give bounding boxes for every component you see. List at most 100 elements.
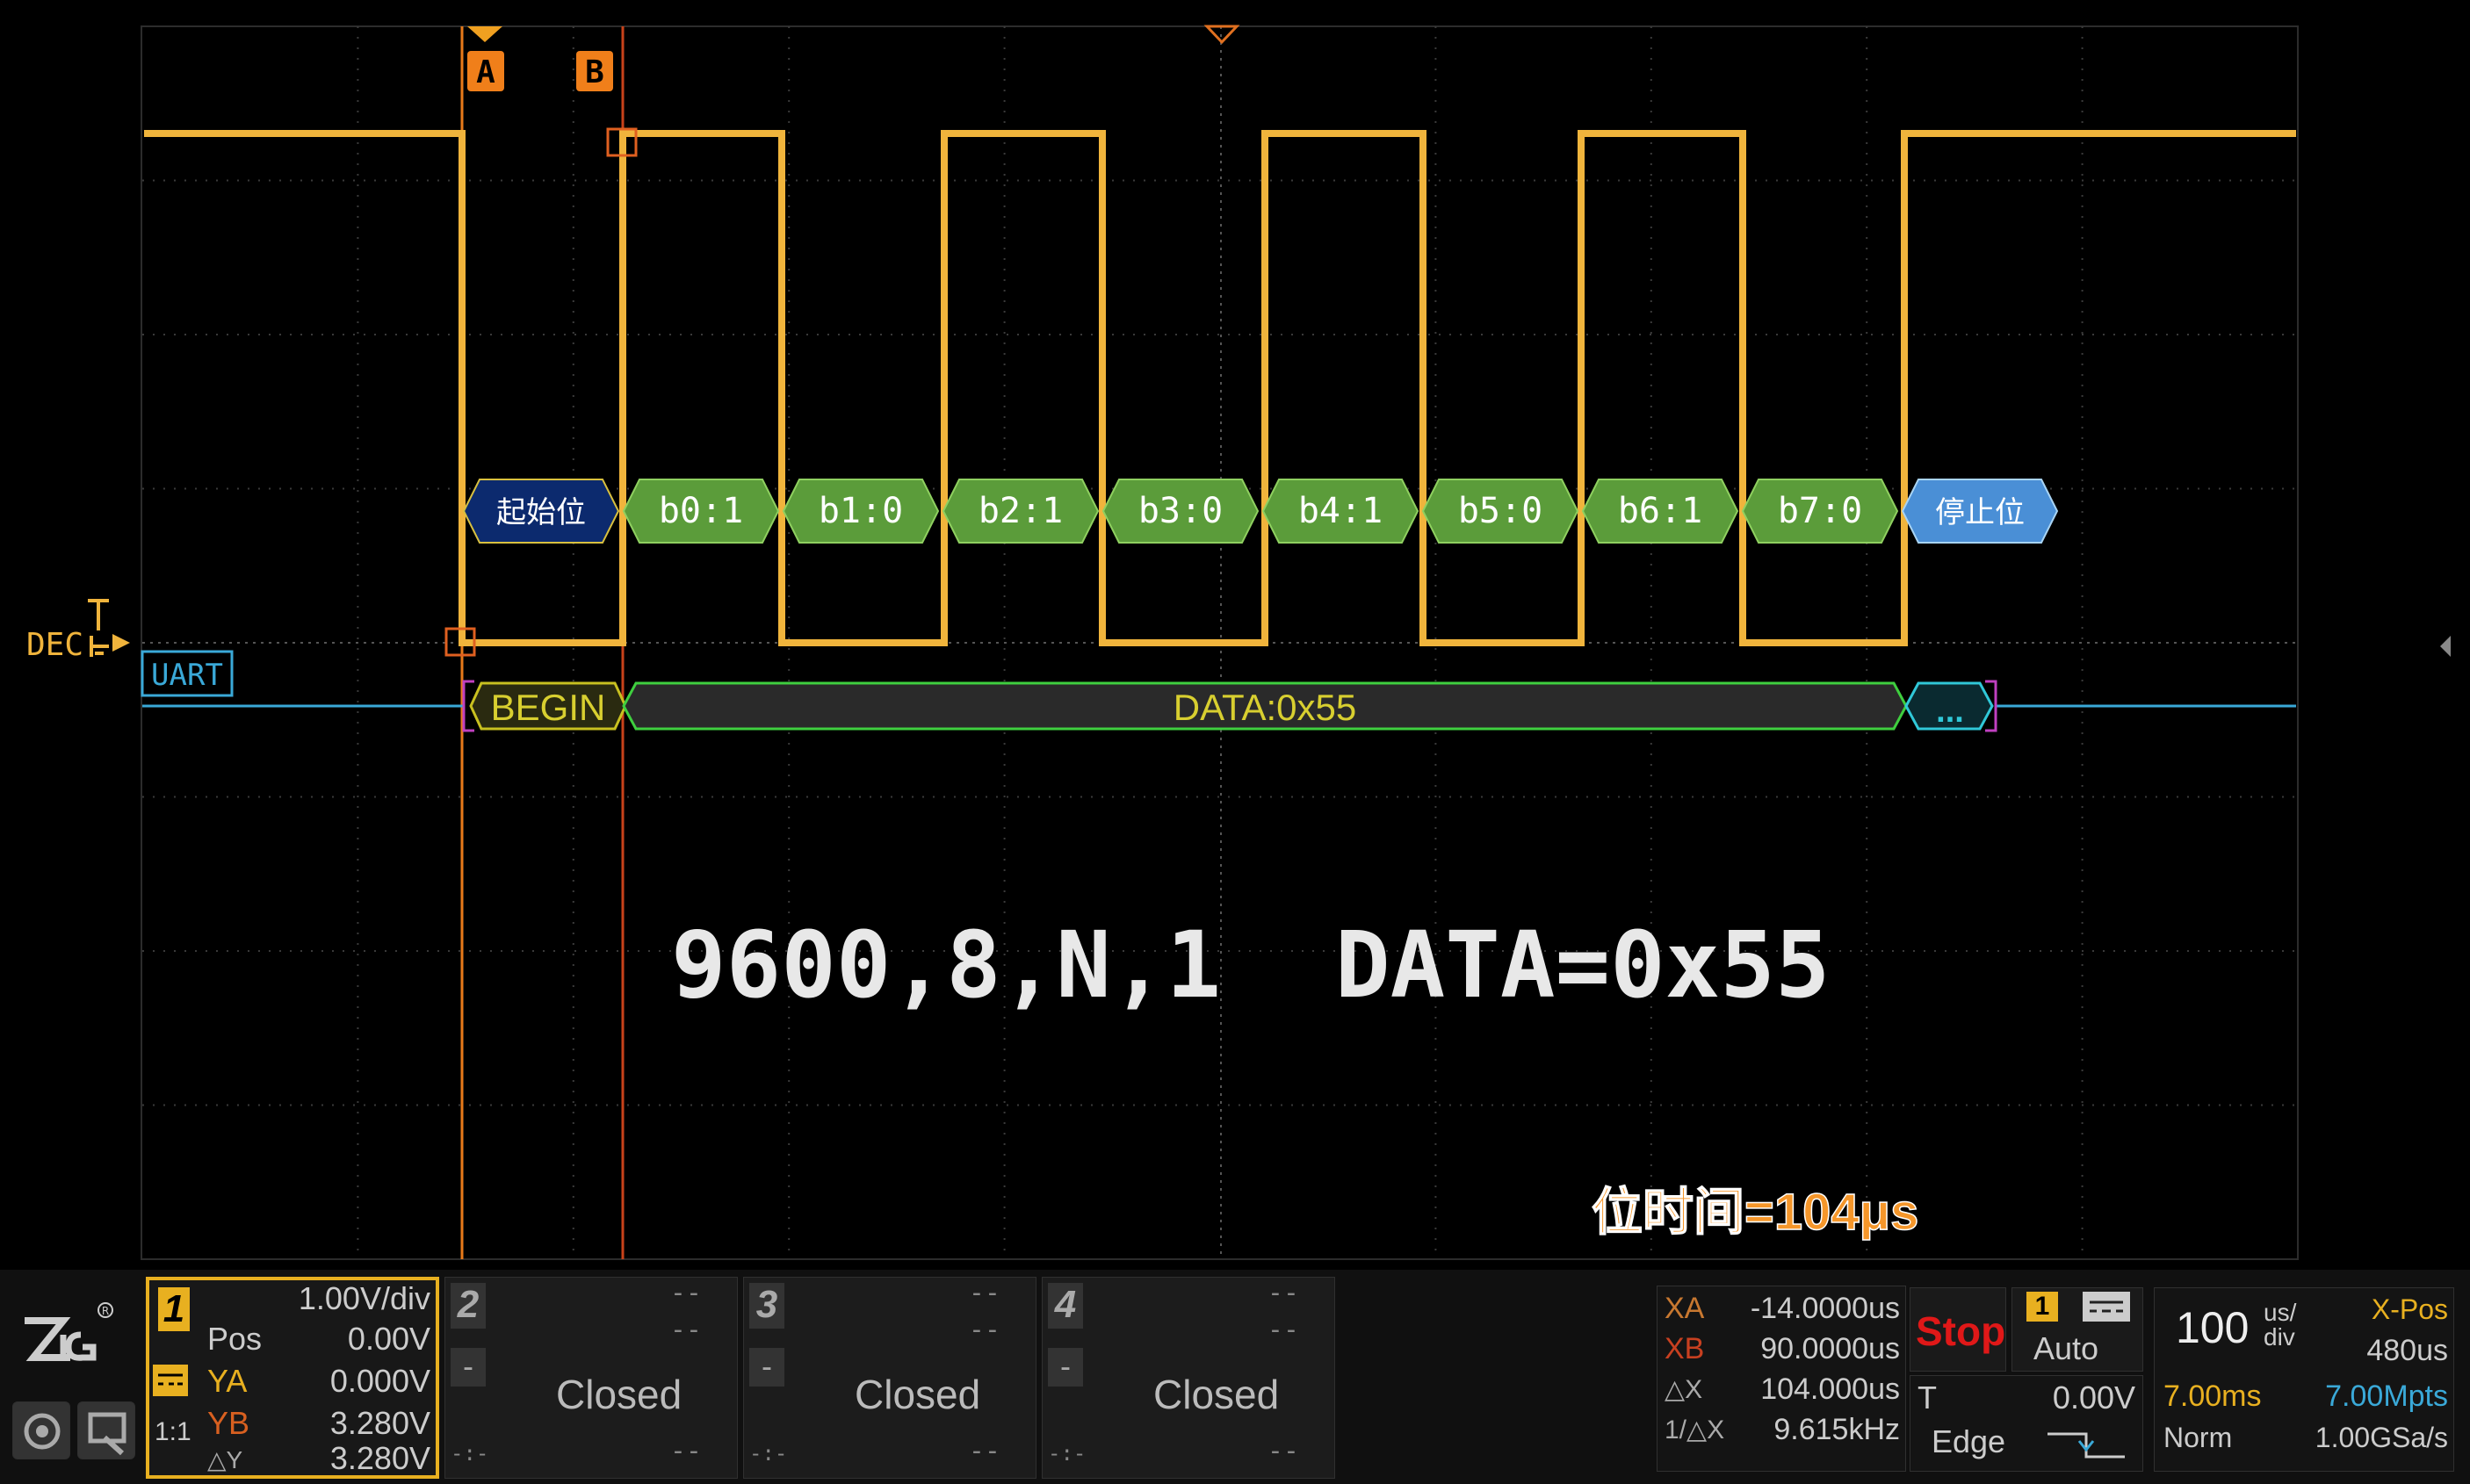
- trigger-panel[interactable]: 1 Auto: [2011, 1287, 2143, 1372]
- bit-hex-2: b1:0: [782, 479, 940, 544]
- bit-hex-9: 停止位: [1901, 479, 2059, 544]
- timebase-panel[interactable]: 100 us/ div X-Pos 480us 7.00ms 7.00Mpts …: [2154, 1287, 2454, 1472]
- trigger-source: 1: [2026, 1292, 2058, 1322]
- channel-2-number: 2: [451, 1283, 486, 1329]
- bit-time-annotation: 位时间=104μs: [1592, 1184, 1918, 1241]
- cursor-dx-value: 104.000us: [1760, 1372, 1900, 1406]
- cursor-inv-dx-label: 1/△X: [1665, 1416, 1725, 1444]
- channel-3-pos: --: [968, 1315, 1000, 1345]
- sample-rate: 1.00GSa/s: [2315, 1422, 2448, 1453]
- cursor-measurement-panel[interactable]: XA -14.0000us XB 90.0000us △X 104.000us …: [1657, 1286, 1906, 1472]
- channel-2-scale: --: [669, 1278, 702, 1308]
- status-bar: R 1 1.00V/div Pos 0.00V YA 0.000V YB 3.2…: [0, 1270, 2470, 1484]
- cursor-dx-label: △X: [1665, 1375, 1703, 1404]
- xpos-label: X-Pos: [2371, 1293, 2448, 1325]
- channel-3-number: 3: [749, 1283, 784, 1329]
- cursor-ya-label: YA: [207, 1363, 248, 1399]
- channel-4-status: Closed: [1153, 1372, 1280, 1417]
- bit-hex-label: b7:0: [1778, 491, 1862, 531]
- decode-data-label: DATA:0x55: [1174, 687, 1357, 728]
- channel-4-pos: --: [1267, 1315, 1299, 1345]
- dec-ground-arrow-icon: [112, 634, 130, 652]
- channel-3-panel[interactable]: 3 -- -- - Closed -:- --: [743, 1277, 1036, 1479]
- xpos-value: 480us: [2366, 1334, 2448, 1367]
- bit-hex-label: b0:1: [659, 491, 743, 531]
- cursor-xb-value: 90.0000us: [1760, 1332, 1900, 1365]
- cursor-a-arrow: [467, 26, 502, 42]
- data-value-annotation: DATA=0x55: [1335, 911, 1831, 1019]
- bit-hex-1: b0:1: [622, 479, 780, 544]
- channel-1-scale: 1.00V/div: [298, 1280, 430, 1316]
- bit-hex-label: b1:0: [819, 491, 903, 531]
- uart-config-annotation: 9600,8,N,1: [671, 911, 1221, 1019]
- trigger-type: Edge: [1932, 1423, 2006, 1459]
- channel-2-panel[interactable]: 2 -- -- - Closed -:- --: [444, 1277, 738, 1479]
- side-panel-toggle-icon: [2440, 636, 2451, 657]
- cursor-yb-label: YB: [207, 1405, 250, 1441]
- timebase-unit-bottom: div: [2264, 1323, 2295, 1351]
- channel-2-status: Closed: [556, 1372, 682, 1417]
- dec-channel-tag: DEC: [26, 627, 83, 663]
- window-time: 7.00ms: [2163, 1380, 2262, 1413]
- uart-tag: UART: [151, 658, 223, 693]
- run-stop-button[interactable]: Stop: [1910, 1287, 2006, 1372]
- channel-4-offset: --: [1267, 1436, 1299, 1466]
- falling-edge-icon: [2042, 1422, 2130, 1466]
- bit-hex-0: 起始位: [462, 479, 620, 544]
- channel-3-status: Closed: [855, 1372, 981, 1417]
- channel-1-coupling-icon: [153, 1365, 188, 1396]
- bit-hex-label: b4:1: [1298, 491, 1383, 531]
- cursor-ya-value: 0.000V: [329, 1363, 430, 1399]
- timebase-value: 100: [2176, 1303, 2250, 1352]
- cursor-xb-label: XB: [1665, 1332, 1705, 1365]
- bit-hex-label: b2:1: [979, 491, 1063, 531]
- channel-4-panel[interactable]: 4 -- -- - Closed -:- --: [1042, 1277, 1335, 1479]
- acquisition-mode: Norm: [2163, 1422, 2233, 1453]
- channel-4-probe: -:-: [1048, 1441, 1087, 1466]
- cursor-b-label: B: [585, 54, 604, 90]
- brand-logo: R: [18, 1300, 114, 1370]
- touch-lock-button[interactable]: [12, 1401, 70, 1459]
- channel-3-probe: -:-: [749, 1441, 788, 1466]
- cursor-inv-dx-value: 9.615kHz: [1773, 1413, 1900, 1446]
- channel-1-panel[interactable]: 1 1.00V/div Pos 0.00V YA 0.000V YB 3.280…: [146, 1277, 439, 1479]
- channel-2-probe: -:-: [451, 1441, 489, 1466]
- waveform-canvas: A B 起始位 b0:1 b1:0 b2:1 b3:0 b4:1 b5:0 b6:1 b7:0 停…: [26, 25, 2451, 1259]
- trigger-level-value: 0.00V: [2052, 1380, 2135, 1416]
- memory-depth: 7.00Mpts: [2325, 1380, 2448, 1413]
- cursor-dy-label: △Y: [207, 1446, 243, 1473]
- bit-hex-label: 停止位: [1935, 495, 2025, 530]
- decode-more-label: ...: [1936, 693, 1964, 730]
- trigger-mode: Auto: [2033, 1330, 2099, 1366]
- bit-hex-6: b5:0: [1421, 479, 1579, 544]
- bit-hex-4: b3:0: [1101, 479, 1260, 544]
- cursor-xa-label: XA: [1665, 1292, 1705, 1325]
- bit-hex-label: 起始位: [496, 495, 586, 530]
- bit-hex-8: b7:0: [1741, 479, 1899, 544]
- screenshot-button[interactable]: [77, 1401, 135, 1459]
- channel-1-pos-value: 0.00V: [347, 1321, 430, 1357]
- channel-1-pos-label: Pos: [207, 1321, 263, 1357]
- save-screen-icon: [88, 1412, 126, 1456]
- cursor-yb-value: 3.280V: [329, 1405, 430, 1441]
- channel-4-number: 4: [1048, 1283, 1083, 1329]
- channel-2-coupling: -: [451, 1348, 486, 1387]
- bit-hex-5: b4:1: [1261, 479, 1419, 544]
- channel-2-offset: --: [669, 1436, 702, 1466]
- channel-1-number: 1: [158, 1287, 190, 1331]
- channel-3-scale: --: [968, 1278, 1000, 1308]
- cursor-xa-value: -14.0000us: [1750, 1292, 1900, 1325]
- run-state-label: Stop: [1916, 1308, 2006, 1354]
- bit-hex-label: b5:0: [1458, 491, 1542, 531]
- channel-4-scale: --: [1267, 1278, 1299, 1308]
- channel-4-coupling: -: [1048, 1348, 1083, 1387]
- bit-hex-label: b6:1: [1618, 491, 1702, 531]
- channel-3-coupling: -: [749, 1348, 784, 1387]
- bit-hex-3: b2:1: [942, 479, 1100, 544]
- trigger-level-panel[interactable]: T 0.00V Edge: [1910, 1375, 2143, 1472]
- cursor-a-label: A: [476, 54, 495, 90]
- bit-hex-7: b6:1: [1581, 479, 1739, 544]
- dec-trigger-level-icon: [88, 599, 109, 657]
- trigger-t-label: T: [1918, 1380, 1937, 1416]
- svg-text:R: R: [102, 1305, 109, 1317]
